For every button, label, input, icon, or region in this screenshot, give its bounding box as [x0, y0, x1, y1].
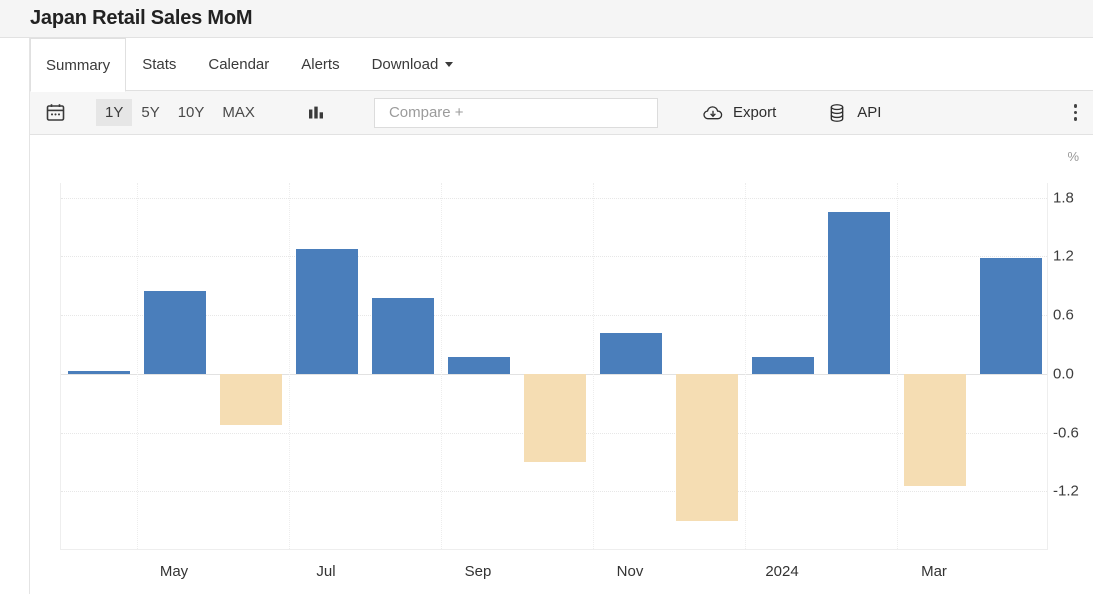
bar[interactable] [676, 373, 738, 521]
x-tick-label: Sep [464, 563, 492, 580]
tab-list: Summary Stats Calendar Alerts Download [30, 38, 470, 92]
gridline-vertical [441, 183, 442, 549]
bar[interactable] [448, 357, 510, 374]
tab-label: Summary [46, 56, 111, 74]
chevron-down-icon [445, 62, 454, 67]
range-1y[interactable]: 1Y [96, 99, 133, 126]
range-5y[interactable]: 5Y [132, 99, 168, 126]
tab-summary[interactable]: Summary [30, 38, 127, 92]
page-title: Japan Retail Sales MoM [30, 7, 253, 29]
gridline-horizontal [61, 197, 1047, 199]
vertical-dots-icon [1073, 104, 1077, 108]
tab-label: Stats [142, 56, 177, 73]
bar[interactable] [600, 332, 662, 374]
export-label: Export [732, 104, 777, 121]
range-selector: 1Y 5Y 10Y MAX [96, 91, 264, 135]
bar[interactable] [828, 212, 890, 374]
y-tick-label: -0.6 [1053, 424, 1079, 442]
left-gutter [0, 38, 30, 594]
x-tick-label: Nov [616, 563, 644, 580]
gridline-vertical [745, 183, 746, 549]
vertical-dots-icon [1073, 117, 1077, 121]
gridline-horizontal [61, 256, 1047, 258]
y-axis-unit: % [1067, 149, 1079, 164]
tab-label: Download [371, 56, 439, 73]
more-options-button[interactable] [1073, 104, 1077, 121]
calendar-icon [46, 104, 65, 121]
compare-input[interactable] [386, 103, 645, 122]
chart-area: % 1.8 1.2 0.6 0.0 -0.6 -1.2 May Jul Sep Nov 2024 M… [31, 135, 1093, 594]
bar[interactable] [296, 248, 358, 374]
chart-page: Japan Retail Sales MoM Summary Stats Calen… [0, 0, 1093, 594]
api-button[interactable]: API [826, 102, 881, 124]
plot-area [60, 183, 1048, 550]
gridline-horizontal [61, 315, 1047, 317]
database-icon [830, 103, 844, 122]
gridline-horizontal [61, 491, 1047, 493]
export-button[interactable]: Export [702, 102, 776, 124]
page-header: Japan Retail Sales MoM [0, 0, 1093, 38]
y-tick-label: -1.2 [1053, 482, 1079, 500]
tab-download[interactable]: Download [356, 38, 470, 91]
api-label: API [857, 104, 882, 121]
tab-alerts[interactable]: Alerts [285, 38, 355, 91]
vertical-dots-icon [1073, 110, 1077, 115]
calendar-button[interactable] [45, 102, 66, 123]
x-tick-label: 2024 [765, 563, 799, 580]
bar[interactable] [372, 297, 434, 374]
x-tick-label: Jul [316, 563, 336, 580]
gridline-vertical [137, 183, 138, 549]
tab-stats[interactable]: Stats [126, 38, 192, 91]
y-tick-label: 0.6 [1053, 306, 1074, 324]
x-tick-label: May [159, 563, 189, 580]
cloud-download-icon [703, 105, 723, 119]
bar[interactable] [144, 290, 206, 374]
tab-calendar[interactable]: Calendar [192, 38, 285, 91]
bar-chart-icon [308, 106, 323, 118]
chart-type-button[interactable] [306, 103, 326, 123]
tab-bar: Summary Stats Calendar Alerts Download [30, 38, 1093, 92]
gridline-vertical [593, 183, 594, 549]
bar[interactable] [752, 357, 814, 374]
bar[interactable] [904, 373, 966, 487]
range-max[interactable]: MAX [213, 99, 264, 126]
tab-label: Calendar [208, 56, 270, 73]
range-10y[interactable]: 10Y [169, 99, 214, 126]
bar[interactable] [68, 370, 130, 374]
x-tick-label: Mar [921, 563, 947, 580]
compare-field[interactable] [373, 97, 658, 128]
bar[interactable] [524, 373, 586, 462]
gridline-vertical [897, 183, 898, 549]
chart-toolbar: 1Y5Y10YMAX Export [30, 91, 1093, 135]
bar[interactable] [980, 258, 1042, 374]
y-tick-label: 1.2 [1053, 247, 1074, 265]
tab-label: Alerts [301, 56, 340, 73]
gridline-vertical [289, 183, 290, 549]
y-tick-label: 1.8 [1053, 189, 1074, 207]
bar[interactable] [220, 373, 282, 425]
y-tick-label: 0.0 [1053, 365, 1074, 383]
